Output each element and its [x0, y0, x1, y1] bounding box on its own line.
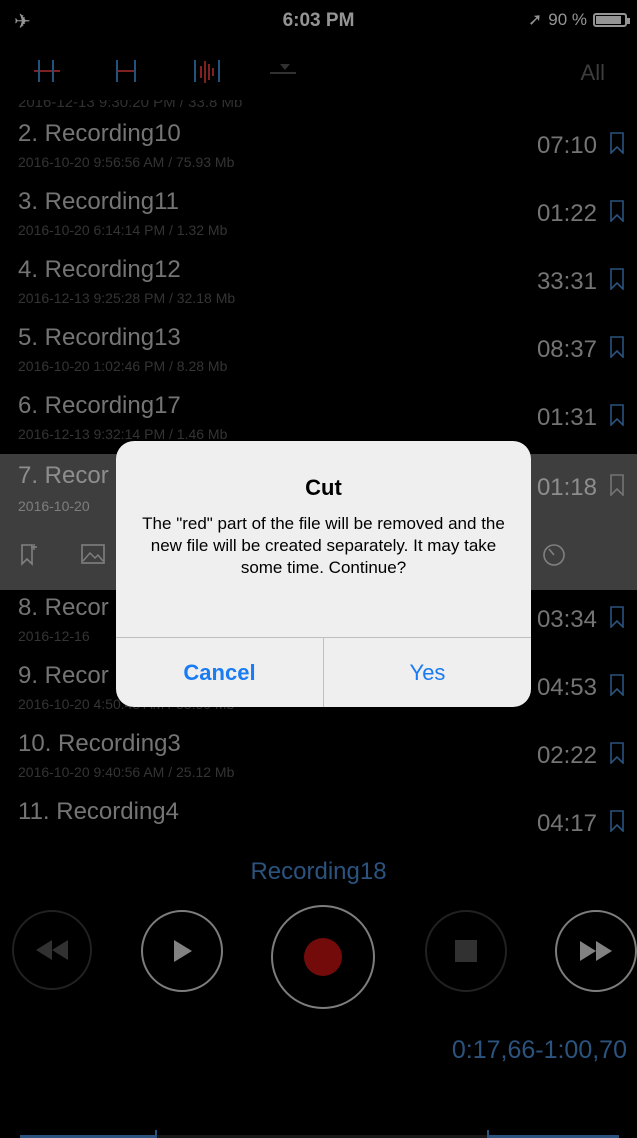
yes-button[interactable]: Yes: [324, 638, 531, 707]
cancel-button[interactable]: Cancel: [116, 638, 323, 707]
dialog-message: The "red" part of the file will be remov…: [142, 514, 505, 577]
cut-confirm-dialog: Cut The "red" part of the file will be r…: [116, 441, 531, 707]
dialog-title: Cut: [305, 475, 342, 500]
